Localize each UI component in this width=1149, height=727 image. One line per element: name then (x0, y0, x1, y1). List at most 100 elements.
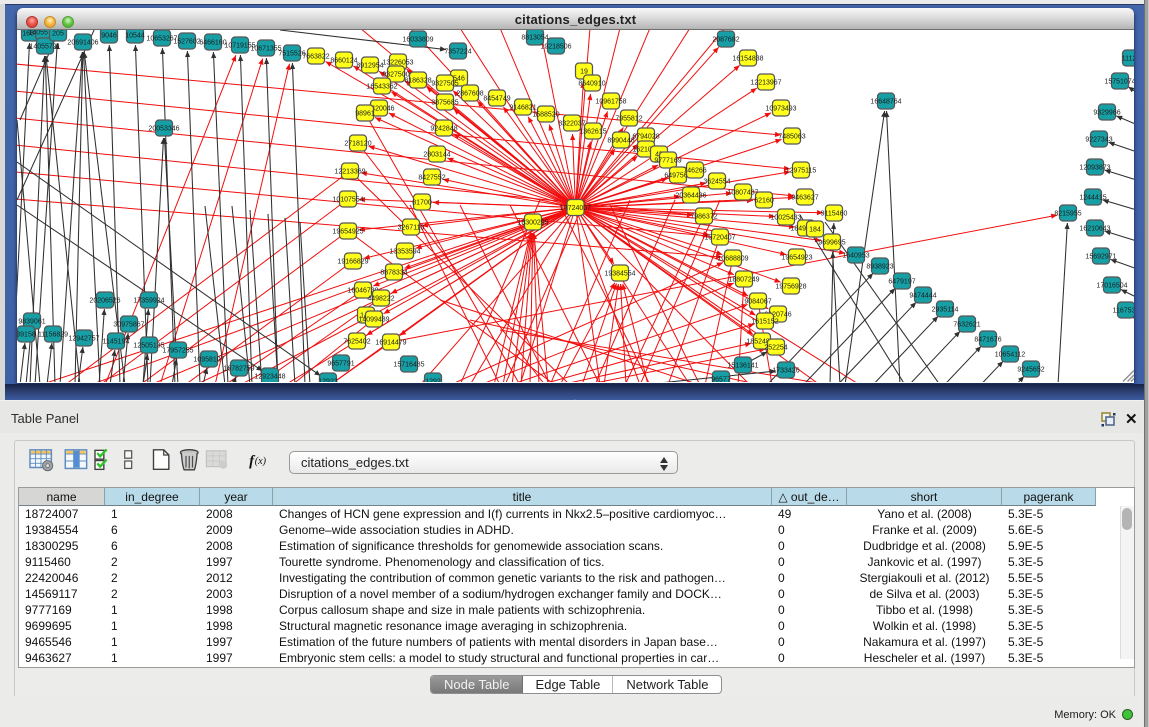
svg-text:16914479: 16914479 (375, 340, 406, 347)
svg-text:8215955: 8215955 (1054, 211, 1081, 218)
svg-text:4498222: 4498222 (367, 296, 394, 303)
svg-text:20053346: 20053346 (148, 126, 179, 133)
svg-text:81700: 81700 (412, 200, 432, 207)
svg-text:15751074: 15751074 (1104, 79, 1134, 86)
svg-text:15136141: 15136141 (727, 363, 758, 370)
svg-text:(x): (x) (255, 456, 267, 467)
svg-text:19654925: 19654925 (332, 229, 363, 236)
svg-text:252254: 252254 (764, 345, 787, 352)
svg-text:17359924: 17359924 (133, 298, 164, 305)
svg-text:16543362: 16543362 (366, 84, 397, 91)
svg-text:9245652: 9245652 (1017, 367, 1044, 374)
svg-text:12093873: 12093873 (1079, 165, 1110, 172)
svg-text:9699695: 9699695 (818, 240, 845, 247)
svg-text:16033809: 16033809 (402, 37, 433, 44)
svg-text:1362615: 1362615 (579, 129, 606, 136)
svg-text:11125: 11125 (1122, 56, 1134, 63)
svg-text:10973493: 10973493 (765, 106, 796, 113)
svg-text:10958107: 10958107 (193, 357, 224, 364)
svg-text:3267110: 3267110 (398, 225, 425, 232)
svg-text:9839061: 9839061 (18, 319, 45, 326)
svg-text:20691406: 20691406 (67, 40, 98, 47)
svg-text:1527602: 1527602 (173, 39, 200, 46)
svg-text:9474444: 9474444 (909, 293, 936, 300)
svg-text:18300295: 18300295 (517, 220, 548, 227)
svg-text:17016504: 17016504 (1096, 283, 1127, 290)
svg-text:10961758: 10961758 (595, 99, 626, 106)
svg-text:39158: 39158 (17, 332, 36, 339)
svg-text:8186328: 8186328 (404, 78, 431, 85)
svg-text:8427552: 8427552 (418, 175, 445, 182)
svg-text:17957255: 17957255 (162, 348, 193, 355)
svg-text:8938923: 8938923 (866, 264, 893, 271)
svg-text:62160: 62160 (754, 198, 774, 205)
svg-text:19166829: 19166829 (337, 259, 368, 266)
svg-text:1292: 1292 (425, 379, 441, 383)
svg-text:16154838: 16154838 (732, 56, 763, 63)
svg-text:16782759: 16782759 (223, 366, 254, 373)
svg-text:12942757: 12942757 (68, 336, 99, 343)
svg-text:20364436: 20364436 (675, 193, 706, 200)
svg-text:1145194: 1145194 (103, 339, 130, 346)
svg-text:9777169: 9777169 (654, 158, 681, 165)
svg-text:7515526: 7515526 (278, 51, 305, 58)
svg-text:7625402: 7625402 (343, 339, 370, 346)
svg-text:1244415: 1244415 (1079, 195, 1106, 202)
svg-text:10807487: 10807487 (727, 190, 758, 197)
svg-text:12923448: 12923448 (254, 374, 285, 381)
svg-text:1588520: 1588520 (532, 112, 559, 119)
svg-text:9115460: 9115460 (821, 211, 848, 218)
svg-text:19384554: 19384554 (604, 271, 635, 278)
svg-text:12505135: 12505135 (133, 343, 164, 350)
svg-text:15720407: 15720407 (704, 235, 735, 242)
svg-text:2867608: 2867608 (456, 91, 483, 98)
svg-text:1733426: 1733426 (772, 368, 799, 375)
svg-text:8912954: 8912954 (356, 63, 383, 70)
svg-text:19218506: 19218506 (540, 44, 571, 51)
svg-text:8454749: 8454749 (483, 96, 510, 103)
svg-text:10025433: 10025433 (770, 215, 801, 222)
svg-text:9463627: 9463627 (791, 195, 818, 202)
svg-text:7986372: 7986372 (690, 214, 717, 221)
svg-text:8878334: 8878334 (380, 270, 407, 277)
svg-text:2718120: 2718120 (344, 141, 371, 148)
svg-text:16210643: 16210643 (1079, 226, 1110, 233)
svg-text:8660124: 8660124 (330, 58, 357, 65)
svg-text:205: 205 (52, 31, 64, 38)
svg-text:6794028: 6794028 (632, 134, 659, 141)
svg-text:7357224: 7357224 (444, 49, 471, 56)
svg-text:10107554: 10107554 (332, 197, 363, 204)
svg-text:10654112: 10654112 (995, 352, 1026, 359)
svg-text:10688809: 10688809 (717, 256, 748, 263)
svg-text:8471676: 8471676 (974, 337, 1001, 344)
svg-text:1167534: 1167534 (1113, 308, 1134, 315)
svg-text:20206526: 20206526 (89, 298, 120, 305)
svg-text:19654923: 19654923 (781, 255, 812, 262)
svg-text:12923: 12923 (318, 379, 338, 383)
svg-text:9327505: 9327505 (431, 81, 458, 88)
svg-text:11156829: 11156829 (38, 332, 68, 339)
svg-text:746266: 746266 (683, 168, 706, 175)
svg-text:9146821: 9146821 (509, 105, 536, 112)
svg-text:10544: 10544 (125, 33, 145, 40)
svg-text:18724007: 18724007 (560, 205, 591, 212)
svg-text:3875685: 3875685 (431, 100, 458, 107)
svg-text:184: 184 (809, 227, 821, 234)
svg-text:6479197: 6479197 (888, 279, 915, 286)
svg-text:18807249: 18807249 (728, 277, 759, 284)
svg-text:9657791: 9657791 (327, 361, 354, 368)
svg-text:30975867: 30975867 (113, 322, 144, 329)
svg-text:1640953: 1640953 (842, 253, 869, 260)
svg-text:12213369: 12213369 (334, 169, 365, 176)
svg-text:9329966: 9329966 (1093, 110, 1120, 117)
svg-text:1615152: 1615152 (751, 319, 778, 326)
svg-text:3624554: 3624554 (703, 179, 730, 186)
svg-text:9242848: 9242848 (430, 126, 457, 133)
svg-text:13353594: 13353594 (389, 249, 420, 256)
svg-text:96577: 96577 (711, 377, 731, 383)
svg-text:8813054: 8813054 (521, 35, 548, 42)
svg-text:6466160: 6466160 (199, 40, 226, 47)
svg-text:98961: 98961 (355, 111, 375, 118)
svg-text:15692971: 15692971 (1085, 254, 1116, 261)
svg-text:14099489: 14099489 (358, 317, 389, 324)
